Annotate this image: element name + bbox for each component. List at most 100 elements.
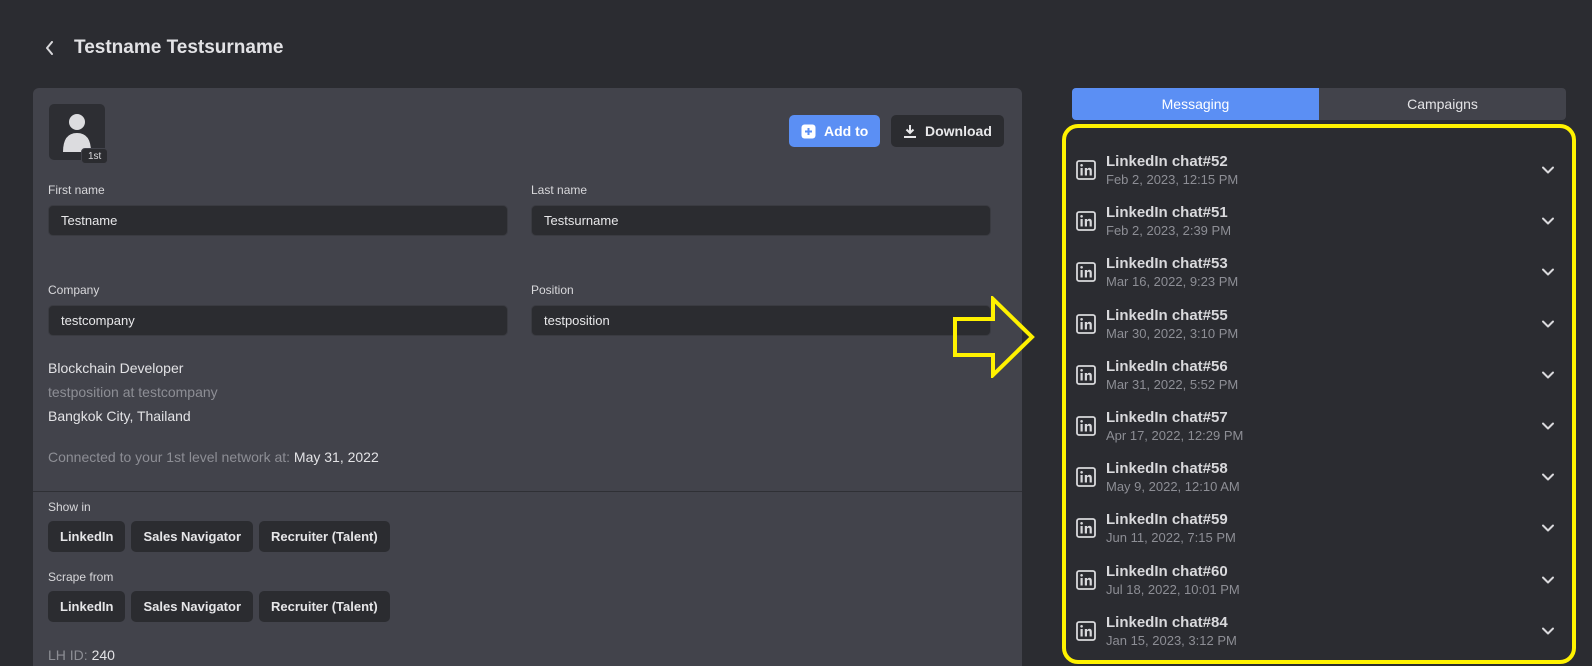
chevron-down-icon[interactable] xyxy=(1540,213,1556,229)
chevron-down-icon[interactable] xyxy=(1540,316,1556,332)
scrape-from-sales-navigator-button[interactable]: Sales Navigator xyxy=(131,591,253,622)
linkedin-icon xyxy=(1076,416,1096,436)
last-name-label: Last name xyxy=(531,183,588,197)
chevron-down-icon[interactable] xyxy=(1540,623,1556,639)
avatar: 1st xyxy=(49,104,109,164)
first-name-label: First name xyxy=(48,183,105,197)
lh-id-label: LH ID: xyxy=(48,647,88,663)
connected-label: Connected to your 1st level network at: xyxy=(48,449,291,465)
chat-text: LinkedIn chat#56 Mar 31, 2022, 5:52 PM xyxy=(1106,357,1540,393)
scrape-from-recruiter-button[interactable]: Recruiter (Talent) xyxy=(259,591,390,622)
chat-list-item[interactable]: LinkedIn chat#51 Feb 2, 2023, 2:39 PM xyxy=(1076,197,1572,245)
download-button[interactable]: Download xyxy=(891,115,1004,147)
chat-list-item[interactable]: LinkedIn chat#52 Feb 2, 2023, 12:15 PM xyxy=(1076,146,1572,194)
connection-degree-badge: 1st xyxy=(81,148,109,164)
chat-list-item[interactable]: LinkedIn chat#56 Mar 31, 2022, 5:52 PM xyxy=(1076,351,1572,399)
chat-text: LinkedIn chat#55 Mar 30, 2022, 3:10 PM xyxy=(1106,306,1540,342)
lh-id: LH ID: 240 xyxy=(48,647,115,663)
headline-subtitle: testposition at testcompany xyxy=(48,384,218,400)
chat-name: LinkedIn chat#59 xyxy=(1106,511,1228,529)
chat-text: LinkedIn chat#59 Jun 11, 2022, 7:15 PM xyxy=(1106,510,1540,546)
chat-list-item[interactable]: LinkedIn chat#55 Mar 30, 2022, 3:10 PM xyxy=(1076,300,1572,348)
linkedin-icon xyxy=(1076,160,1096,180)
linkedin-icon xyxy=(1076,569,1096,590)
plus-square-icon xyxy=(801,124,816,138)
chat-name: LinkedIn chat#51 xyxy=(1106,204,1228,222)
chevron-down-icon[interactable] xyxy=(1540,264,1556,280)
tab-messaging[interactable]: Messaging xyxy=(1072,88,1319,120)
chat-name: LinkedIn chat#57 xyxy=(1106,409,1228,426)
chat-list-item[interactable]: LinkedIn chat#84 Jan 15, 2023, 3:12 PM xyxy=(1076,607,1572,655)
chat-text: LinkedIn chat#84 Jan 15, 2023, 3:12 PM xyxy=(1106,613,1540,649)
chevron-down-icon[interactable] xyxy=(1540,367,1556,383)
show-in-sales-navigator-button[interactable]: Sales Navigator xyxy=(131,521,253,552)
chat-list-item[interactable]: LinkedIn chat#60 Jul 18, 2022, 10:01 PM xyxy=(1076,556,1572,604)
headline: Blockchain Developer xyxy=(48,360,184,376)
chat-text: LinkedIn chat#58 May 9, 2022, 12:10 AM xyxy=(1106,459,1540,495)
linkedin-icon xyxy=(1076,518,1096,539)
scrape-from-label: Scrape from xyxy=(48,570,114,584)
first-name-field[interactable] xyxy=(48,205,508,236)
linkedin-icon xyxy=(1076,467,1096,488)
page-title: Testname Testsurname xyxy=(74,37,284,58)
page-header: Testname Testsurname xyxy=(40,34,283,62)
position-label: Position xyxy=(531,283,574,297)
chat-name: LinkedIn chat#55 xyxy=(1106,306,1228,324)
chevron-down-icon[interactable] xyxy=(1540,418,1556,434)
chevron-down-icon[interactable] xyxy=(1540,469,1556,485)
show-in-chips: LinkedIn Sales Navigator Recruiter (Tale… xyxy=(48,521,390,552)
chevron-down-icon[interactable] xyxy=(1540,520,1556,536)
chat-date: May 9, 2022, 12:10 AM xyxy=(1106,479,1240,495)
back-button[interactable] xyxy=(40,38,60,58)
chat-date: Mar 30, 2022, 3:10 PM xyxy=(1106,325,1239,341)
linkedin-icon xyxy=(1076,211,1096,232)
chat-text: LinkedIn chat#51 Feb 2, 2023, 2:39 PM xyxy=(1106,203,1540,239)
chat-date: Feb 2, 2023, 2:39 PM xyxy=(1106,223,1232,239)
chat-date: Jul 18, 2022, 10:01 PM xyxy=(1106,581,1240,597)
show-in-linkedin-button[interactable]: LinkedIn xyxy=(48,521,126,552)
download-label: Download xyxy=(925,123,992,139)
scrape-from-linkedin-button[interactable]: LinkedIn xyxy=(48,591,126,622)
add-to-button[interactable]: Add to xyxy=(789,115,881,147)
chat-list-item[interactable]: LinkedIn chat#53 Mar 16, 2022, 9:23 PM xyxy=(1076,248,1572,296)
chat-date: Jun 11, 2022, 7:15 PM xyxy=(1106,530,1236,546)
chat-text: LinkedIn chat#53 Mar 16, 2022, 9:23 PM xyxy=(1106,254,1540,290)
linkedin-icon xyxy=(1076,364,1096,385)
linkedin-icon xyxy=(1076,262,1096,283)
arrow-right-icon xyxy=(953,296,1035,378)
add-to-label: Add to xyxy=(824,123,869,139)
chat-list: LinkedIn chat#52 Feb 2, 2023, 12:15 PM Lin… xyxy=(1062,124,1576,664)
chat-date: Feb 2, 2023, 12:15 PM xyxy=(1106,172,1239,187)
chat-name: LinkedIn chat#60 xyxy=(1106,562,1228,580)
chat-list-item[interactable]: LinkedIn chat#57 Apr 17, 2022, 12:29 PM xyxy=(1076,402,1572,450)
show-in-recruiter-button[interactable]: Recruiter (Talent) xyxy=(259,521,390,552)
chat-date: Mar 31, 2022, 5:52 PM xyxy=(1106,376,1239,392)
location: Bangkok City, Thailand xyxy=(48,408,191,424)
chat-list-item[interactable]: LinkedIn chat#59 Jun 11, 2022, 7:15 PM xyxy=(1076,504,1572,552)
tab-campaigns[interactable]: Campaigns xyxy=(1319,88,1566,120)
connected-info: Connected to your 1st level network at: … xyxy=(48,449,379,465)
divider xyxy=(33,491,1022,492)
scrape-from-chips: LinkedIn Sales Navigator Recruiter (Tale… xyxy=(48,591,390,622)
download-icon xyxy=(904,125,916,138)
linkedin-icon xyxy=(1076,313,1096,334)
chevron-down-icon[interactable] xyxy=(1540,572,1556,588)
chevron-left-icon xyxy=(46,41,53,55)
lh-id-value: 240 xyxy=(91,647,115,663)
chat-date: Apr 17, 2022, 12:29 PM xyxy=(1106,428,1244,443)
chat-name: LinkedIn chat#53 xyxy=(1106,255,1228,273)
chat-date: Mar 16, 2022, 9:23 PM xyxy=(1106,274,1239,290)
chat-text: LinkedIn chat#57 Apr 17, 2022, 12:29 PM xyxy=(1106,408,1540,444)
chat-name: LinkedIn chat#84 xyxy=(1106,613,1228,631)
chat-list-item[interactable]: LinkedIn chat#58 May 9, 2022, 12:10 AM xyxy=(1076,453,1572,501)
chevron-down-icon[interactable] xyxy=(1540,162,1556,178)
right-panel-tabs: Messaging Campaigns xyxy=(1072,88,1566,120)
last-name-field[interactable] xyxy=(531,205,991,236)
profile-card: 1st Add to Download First name Last name… xyxy=(33,88,1022,666)
person-icon xyxy=(63,114,91,152)
company-field[interactable] xyxy=(48,305,508,336)
connected-date: May 31, 2022 xyxy=(293,449,379,465)
chat-text: LinkedIn chat#52 Feb 2, 2023, 12:15 PM xyxy=(1106,152,1540,188)
position-field[interactable] xyxy=(531,305,991,336)
chat-name: LinkedIn chat#52 xyxy=(1106,153,1228,170)
